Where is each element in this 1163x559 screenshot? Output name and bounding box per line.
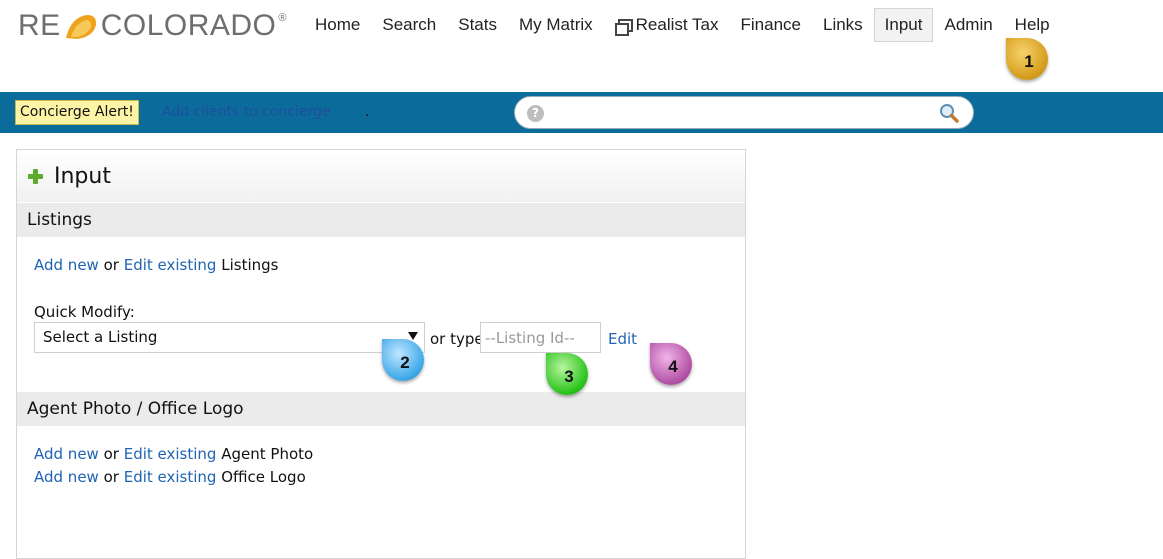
- listing-select[interactable]: Select a Listing: [34, 322, 425, 353]
- office-logo-noun: Office Logo: [221, 468, 306, 486]
- nav-admin-label: Admin: [944, 15, 993, 34]
- concierge-alert-badge: Concierge Alert!: [15, 100, 139, 125]
- nav-my-matrix-label: My Matrix: [518, 15, 593, 34]
- callout-number: 3: [564, 367, 574, 386]
- quick-modify-label: Quick Modify:: [34, 303, 135, 321]
- dropdown-arrow-icon: [408, 332, 418, 340]
- nav-links-label: Links: [822, 15, 863, 34]
- callout-marker-1: 1: [1006, 38, 1048, 80]
- edit-existing-office-logo-link[interactable]: Edit existing: [124, 468, 217, 486]
- nav-my-matrix[interactable]: My Matrix: [508, 7, 604, 43]
- window-icon: [614, 18, 633, 36]
- agent-photo-noun: Agent Photo: [221, 445, 314, 463]
- logo-text-left: RE: [18, 9, 61, 42]
- or-text: or: [103, 445, 119, 463]
- main-nav: Home Search Stats My Matrix Realist Tax …: [304, 6, 1061, 44]
- agent-photo-row: Add new or Edit existing Agent Photo: [34, 445, 313, 463]
- callout-number: 4: [668, 357, 678, 376]
- nav-finance-label: Finance: [740, 15, 801, 34]
- nav-finance[interactable]: Finance: [730, 7, 812, 43]
- top-header: RE COLORADO ® Home Search Stats My Matri…: [0, 0, 1163, 92]
- nav-search-label: Search: [382, 15, 437, 34]
- nav-search[interactable]: Search: [371, 7, 447, 43]
- add-new-listing-link[interactable]: Add new: [34, 256, 99, 274]
- edit-existing-listings-link[interactable]: Edit existing: [124, 256, 217, 274]
- or-type-text: or type: [430, 330, 484, 348]
- edit-listing-link[interactable]: Edit: [608, 330, 637, 348]
- sun-logo-icon: [65, 15, 96, 39]
- plus-icon: [27, 168, 44, 185]
- nav-stats-label: Stats: [458, 15, 497, 34]
- nav-input[interactable]: Input: [873, 8, 934, 42]
- nav-links[interactable]: Links: [812, 7, 874, 43]
- nav-realist-tax-label: Realist Tax: [635, 15, 719, 34]
- alert-suffix: .: [365, 104, 370, 120]
- nav-admin[interactable]: Admin: [933, 7, 1003, 43]
- callout-marker-4: 4: [650, 343, 692, 385]
- agent-photo-heading: Agent Photo / Office Logo: [17, 392, 745, 426]
- search-icon[interactable]: [939, 103, 959, 123]
- global-search: ?: [514, 96, 974, 129]
- help-icon[interactable]: ?: [527, 105, 544, 122]
- logo-registered-mark: ®: [278, 12, 287, 24]
- office-logo-row: Add new or Edit existing Office Logo: [34, 468, 306, 486]
- listing-id-input[interactable]: [480, 322, 601, 353]
- or-text: or: [103, 256, 119, 274]
- input-panel: Input Listings Add new or Edit existing …: [16, 149, 746, 559]
- add-new-office-logo-link[interactable]: Add new: [34, 468, 99, 486]
- nav-home[interactable]: Home: [304, 7, 371, 43]
- edit-existing-agent-photo-link[interactable]: Edit existing: [124, 445, 217, 463]
- nav-input-label: Input: [884, 15, 923, 34]
- recolorado-logo[interactable]: RE COLORADO ®: [18, 8, 287, 44]
- listings-actions-row: Add new or Edit existing Listings: [34, 256, 278, 274]
- or-text: or: [103, 468, 119, 486]
- callout-number: 1: [1024, 52, 1034, 71]
- nav-home-label: Home: [315, 15, 361, 34]
- concierge-alert-link[interactable]: Add clients to concierge: [162, 104, 331, 120]
- search-input[interactable]: [555, 101, 925, 125]
- logo-text-right: COLORADO: [100, 9, 277, 42]
- listings-heading: Listings: [17, 203, 745, 237]
- listings-noun: Listings: [221, 256, 279, 274]
- panel-header: Input: [17, 150, 745, 202]
- callout-marker-2: 2: [382, 339, 424, 381]
- callout-marker-3: 3: [546, 353, 588, 395]
- callout-number: 2: [400, 353, 410, 372]
- add-new-agent-photo-link[interactable]: Add new: [34, 445, 99, 463]
- nav-realist-tax[interactable]: Realist Tax: [604, 7, 730, 43]
- nav-stats[interactable]: Stats: [447, 7, 508, 43]
- panel-title: Input: [54, 163, 111, 189]
- listing-select-value: Select a Listing: [43, 328, 158, 346]
